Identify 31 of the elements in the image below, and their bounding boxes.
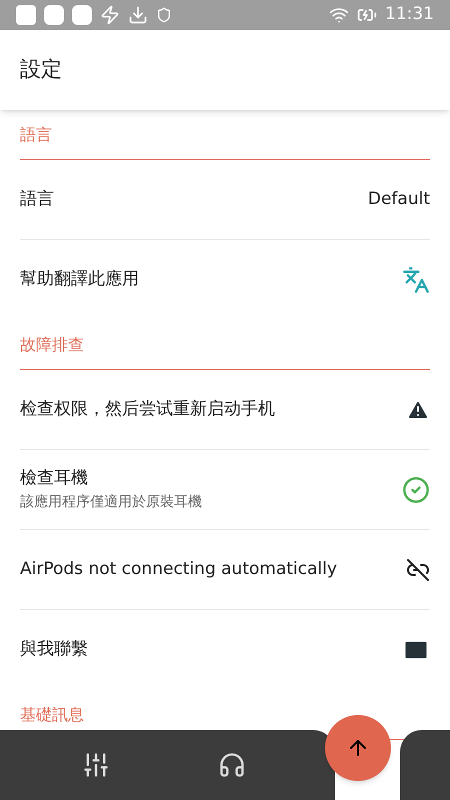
row-label: 檢查耳機	[20, 467, 89, 490]
settings-row[interactable]: AirPods not connecting automatically	[20, 530, 430, 610]
row-label: AirPods not connecting automatically	[20, 558, 338, 581]
row-label: 與我聯繫	[20, 638, 88, 662]
settings-row[interactable]: 幫助翻譯此應用	[20, 240, 430, 320]
sliders-icon	[82, 751, 110, 779]
notification-icon	[44, 5, 64, 25]
section-header: 語言	[20, 124, 52, 146]
check-circle-icon	[402, 476, 430, 504]
row-label: 幫助翻譯此應用	[20, 268, 139, 292]
broken-link-icon	[406, 558, 430, 582]
row-label: 語言	[20, 188, 54, 211]
notification-icon	[72, 5, 92, 25]
app-bar-title: 設定	[20, 56, 62, 84]
settings-row[interactable]: 检查权限，然后尝试重新启动手机	[20, 370, 430, 450]
row-label: 检查权限，然后尝试重新启动手机	[20, 398, 275, 421]
settings-row[interactable]: 檢查耳機 該應用程序僅適用於原裝耳機	[20, 450, 430, 530]
shield-icon	[156, 7, 172, 23]
bottom-bar	[400, 730, 450, 800]
section-header: 故障排查	[20, 334, 84, 356]
row-subtitle: 該應用程序僅適用於原裝耳機	[20, 492, 202, 512]
notification-icon	[16, 5, 36, 25]
status-time: 11:31	[385, 3, 434, 26]
download-icon	[128, 5, 148, 25]
headphones-icon	[218, 751, 246, 779]
flash-icon	[100, 5, 120, 25]
row-value: Default	[368, 188, 430, 211]
section-header: 基礎訊息	[20, 704, 84, 726]
settings-row[interactable]: 與我聯繫	[20, 610, 430, 690]
settings-row[interactable]: 語言 Default	[20, 160, 430, 240]
translate-icon	[402, 266, 430, 294]
